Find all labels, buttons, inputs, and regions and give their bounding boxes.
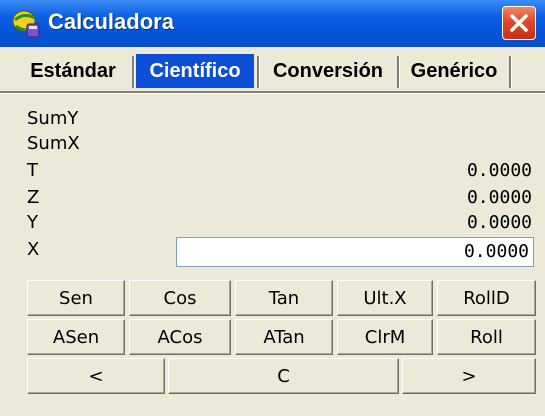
sumy-label: SumY (27, 108, 79, 129)
sen-button[interactable]: Sen (27, 280, 125, 316)
t-label: T (27, 160, 38, 181)
window-title: Calculadora (48, 9, 174, 34)
y-label: Y (27, 212, 38, 233)
rolld-button[interactable]: RollD (437, 280, 536, 316)
acos-button[interactable]: ACos (129, 319, 231, 355)
clrm-button[interactable]: ClrM (337, 319, 433, 355)
close-icon (510, 14, 528, 32)
clear-button[interactable]: C (168, 358, 399, 394)
left-arrow-button[interactable]: < (27, 358, 165, 394)
x-label: X (27, 239, 40, 260)
tab-cientifico[interactable]: Científico (136, 54, 254, 88)
y-value: 0.0000 (466, 212, 532, 233)
tab-separator (397, 56, 400, 88)
tab-separator (132, 56, 135, 88)
tab-separator (509, 56, 512, 88)
roll-button[interactable]: Roll (437, 319, 536, 355)
right-arrow-button[interactable]: > (402, 358, 536, 394)
x-input-field[interactable]: 0.0000 (176, 237, 534, 267)
close-button[interactable] (502, 6, 536, 40)
calculator-app-icon (12, 10, 40, 38)
tab-generico[interactable]: Genérico (401, 54, 507, 88)
t-value: 0.0000 (466, 160, 532, 181)
ult-x-button[interactable]: Ult.X (337, 280, 433, 316)
tab-conversion[interactable]: Conversión (261, 54, 395, 88)
title-bar[interactable]: Calculadora (0, 0, 545, 47)
cos-button[interactable]: Cos (129, 280, 231, 316)
tab-underline (0, 91, 545, 94)
tan-button[interactable]: Tan (235, 280, 333, 316)
tab-strip: Estándar Científico Conversión Genérico (0, 50, 545, 92)
z-value: 0.0000 (466, 187, 532, 208)
z-label: Z (27, 187, 40, 208)
asen-button[interactable]: ASen (27, 319, 125, 355)
atan-button[interactable]: ATan (235, 319, 333, 355)
sumx-label: SumX (27, 133, 80, 154)
tab-separator (257, 56, 260, 88)
tab-estandar[interactable]: Estándar (17, 54, 129, 88)
